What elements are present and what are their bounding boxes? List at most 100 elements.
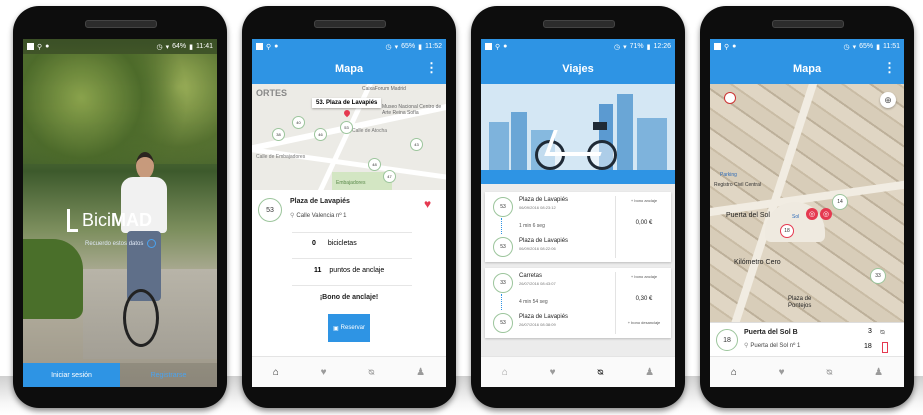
hedge-left	[23, 239, 83, 319]
station-marker[interactable]: 53	[340, 121, 353, 134]
marker-label: 18	[784, 228, 790, 234]
bono-text: ¡Bono de anclaje!	[319, 294, 379, 301]
battery-percent: 71%	[629, 43, 644, 50]
register-link[interactable]: Registrarse	[120, 363, 217, 387]
station-marker[interactable]: 43	[410, 138, 423, 151]
overflow-menu-icon[interactable]: ⋮	[425, 61, 438, 74]
gps-icon[interactable]: ⊕	[880, 92, 896, 108]
location-pin-icon: ⚲	[744, 343, 749, 349]
trip-price: 0,00 €	[635, 220, 653, 226]
illustration-bike-basket	[593, 122, 607, 130]
bike-icon[interactable]: ᴓ	[368, 367, 374, 378]
trip-card[interactable]: 53 Plaza de Lavapiés 06/09/2016 08:23:12…	[485, 192, 671, 262]
register-link-label: Registrarse	[150, 371, 187, 379]
battery-icon: ▮	[418, 43, 422, 51]
station-marker[interactable]: 46	[314, 128, 327, 141]
station-marker[interactable]: 40	[292, 116, 305, 129]
logo-mark	[67, 208, 78, 232]
station-sheet[interactable]: 18 Puerta del Sol B ⚲ Puerta del Sol nº …	[710, 322, 904, 358]
trip-origin-number: 33	[500, 280, 506, 286]
trip-destination-number: 53	[500, 320, 506, 326]
map-screen: ⚲ ● ◷ ▾ 65% ▮ 11:51 Mapa ⋮ ⊕ Registro Civil C…	[710, 39, 904, 387]
person-icon[interactable]: ♟	[874, 367, 883, 378]
station-marker[interactable]: 18	[780, 224, 794, 238]
home-icon[interactable]: ⌂	[273, 367, 279, 378]
building	[489, 122, 509, 172]
phone-map: ⚲ ● ◷ ▾ 65% ▮ 11:51 Mapa ⋮ ⊕ Registro Civil C…	[700, 6, 914, 408]
bike-icon[interactable]: ᴓ	[597, 367, 603, 378]
bike-icon: ᴓ	[880, 327, 885, 336]
home-icon[interactable]: ⌂	[502, 367, 508, 378]
notification-icon	[485, 43, 492, 50]
login-button-label: Iniciar sesión	[51, 371, 92, 379]
person-icon[interactable]: ♟	[645, 367, 654, 378]
wifi-icon: ▾	[394, 43, 399, 51]
trip-card[interactable]: 33 Carretas 26/07/2016 08:43:07 4 min 54…	[485, 268, 671, 338]
battery-percent: 65%	[859, 43, 874, 50]
trip-bono-label: + bono anclaje	[630, 274, 658, 279]
trip-bono2-label: + bono desanclaje	[627, 320, 661, 325]
satellite-map[interactable]: ⊕ Registro Civil Central Parking Puerta …	[710, 84, 904, 322]
heart-icon[interactable]: ♥	[779, 367, 785, 378]
wifi-icon: ▾	[165, 43, 170, 51]
station-marker[interactable]: 47	[383, 170, 396, 183]
status-bar: ⚲ ● ◷ ▾ 64% ▮ 11:41	[23, 39, 217, 54]
app-bar: Viajes	[481, 54, 675, 84]
marker-label: 40	[296, 120, 301, 125]
station-marker[interactable]: 33	[870, 268, 886, 284]
docks-label: puntos de anclaje	[329, 267, 385, 274]
status-bar: ⚲ ● ◷ ▾ 65% ▮ 11:52	[252, 39, 446, 54]
home-icon[interactable]: ⌂	[731, 367, 737, 378]
notification-icon	[256, 43, 263, 50]
station-marker[interactable]: 48	[368, 158, 381, 171]
map-label: Sol	[792, 214, 800, 220]
bottom-nav: ⌂ ♥ ᴓ ♟	[481, 356, 675, 387]
map-label: Calle de Embajadores	[256, 154, 306, 160]
location-pin-icon: ⚲	[290, 213, 295, 219]
trip-connector	[501, 294, 502, 310]
bikes-count: 0	[312, 240, 316, 247]
battery-icon: ▮	[189, 43, 193, 51]
app-bar: Mapa ⋮	[710, 54, 904, 84]
location-icon: ●	[274, 43, 279, 50]
remember-row[interactable]: Recuerdo estos datos	[85, 239, 157, 248]
station-marker[interactable]: 38	[272, 128, 285, 141]
reserve-button-label: Reservar	[340, 325, 365, 331]
battery-icon: ▮	[876, 43, 880, 51]
alarm-icon: ◷	[613, 43, 621, 51]
bike-icon[interactable]: ᴓ	[826, 367, 832, 378]
bike-wheel	[123, 289, 159, 347]
usb-icon: ⚲	[266, 43, 272, 51]
map-view[interactable]: ORTES CaixaForum Madrid Museo Nacional C…	[252, 84, 446, 190]
screen-title: Mapa	[334, 63, 364, 75]
marker-label: 38	[276, 132, 281, 137]
login-button[interactable]: Iniciar sesión	[23, 363, 120, 387]
station-number-badge: 18	[716, 329, 738, 351]
divider	[292, 285, 412, 286]
city-bike-illustration	[481, 84, 675, 184]
remember-toggle[interactable]	[147, 239, 157, 248]
phone-station-detail: ⚲ ● ◷ ▾ 65% ▮ 11:52 Mapa ⋮ ORTES CaixaForum M…	[242, 6, 456, 408]
marker-label: 47	[387, 174, 392, 179]
person-icon[interactable]: ♟	[416, 367, 425, 378]
login-screen: ⚲ ● ◷ ▾ 64% ▮ 11:41 Bici MAD Recuerdo estos d…	[23, 39, 217, 387]
trip-origin-name: Carretas	[519, 273, 543, 279]
reserve-button[interactable]: ▣ Reservar	[328, 314, 370, 342]
location-icon: ●	[45, 43, 50, 50]
speaker	[314, 20, 386, 28]
divider	[292, 258, 412, 259]
overflow-menu-icon[interactable]: ⋮	[883, 61, 896, 74]
battery-icon: ▮	[646, 43, 651, 51]
heart-icon[interactable]: ♥	[550, 367, 556, 378]
trip-destination-name: Plaza de Lavapiés	[519, 238, 569, 244]
usb-icon: ⚲	[724, 43, 730, 51]
map-label: Kilómetro Cero	[734, 259, 781, 266]
street	[481, 170, 675, 184]
bikes-row: 0 bicicletas	[312, 240, 357, 247]
station-marker[interactable]: 14	[832, 194, 848, 210]
usb-icon: ⚲	[495, 43, 501, 51]
station-number: 18	[723, 336, 731, 344]
building	[511, 112, 527, 172]
favorite-heart-icon[interactable]: ♥	[424, 197, 431, 211]
heart-icon[interactable]: ♥	[321, 367, 327, 378]
